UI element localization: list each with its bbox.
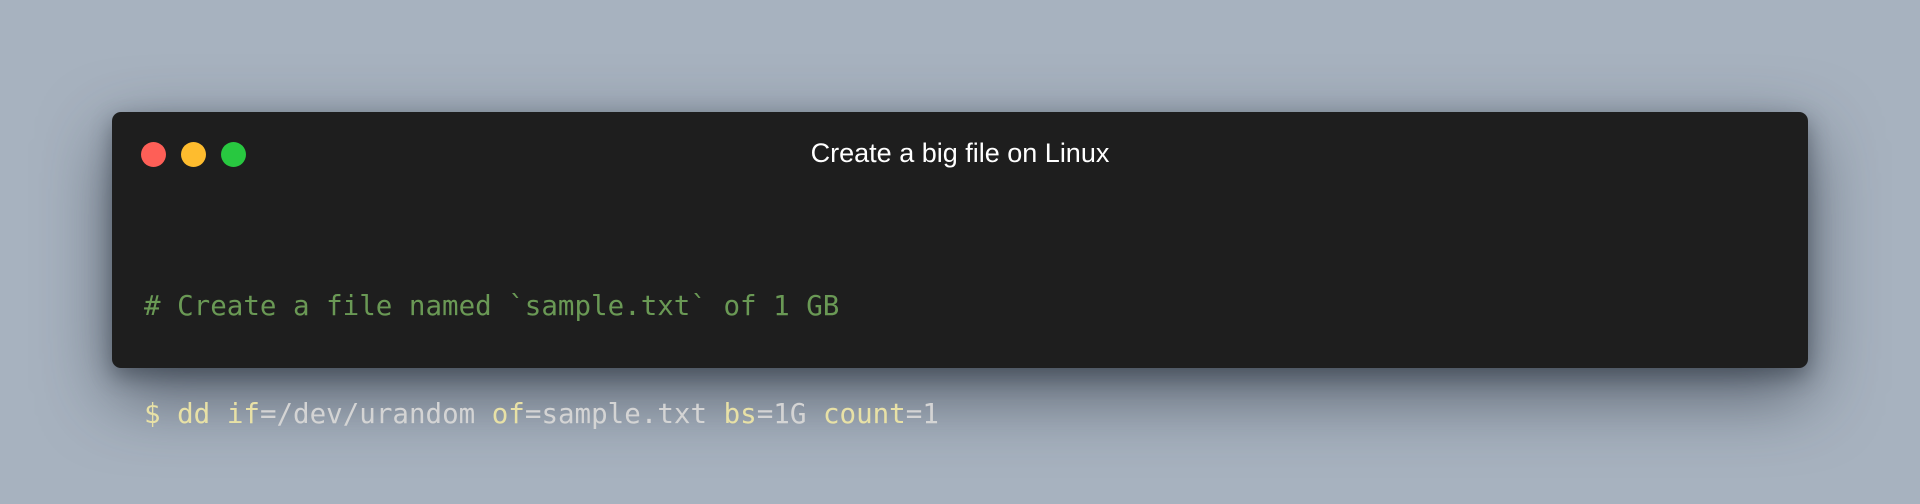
window-title: Create a big file on Linux xyxy=(810,138,1110,168)
code-comment-line: # Create a file named `sample.txt` of 1 … xyxy=(144,290,840,322)
arg-key-count: count xyxy=(822,398,906,430)
arg-value-bs: 1G xyxy=(773,398,807,430)
command-name: dd xyxy=(177,398,211,430)
arg-sep-if: = xyxy=(259,398,277,430)
arg-sep-bs: = xyxy=(756,398,774,430)
arg-sep-count: = xyxy=(905,398,923,430)
arg-key-of: of xyxy=(491,398,525,430)
arg-value-if: /dev/urandom xyxy=(276,398,476,430)
terminal-window: Create a big file on Linux # Create a fi… xyxy=(112,112,1808,430)
code-block: # Create a file named `sample.txt` of 1 … xyxy=(144,216,939,504)
arg-key-if: if xyxy=(226,398,260,430)
arg-value-count: 1 xyxy=(922,398,939,430)
shell-prompt: $ xyxy=(144,398,161,430)
arg-sep-of: = xyxy=(524,398,542,430)
title-bar: Create a big file on Linux xyxy=(112,112,1808,172)
command-line: $ dd if=/dev/urandom of=sample.txt bs=1G… xyxy=(144,396,939,432)
arg-key-bs: bs xyxy=(723,398,757,430)
arg-value-of: sample.txt xyxy=(541,398,708,430)
